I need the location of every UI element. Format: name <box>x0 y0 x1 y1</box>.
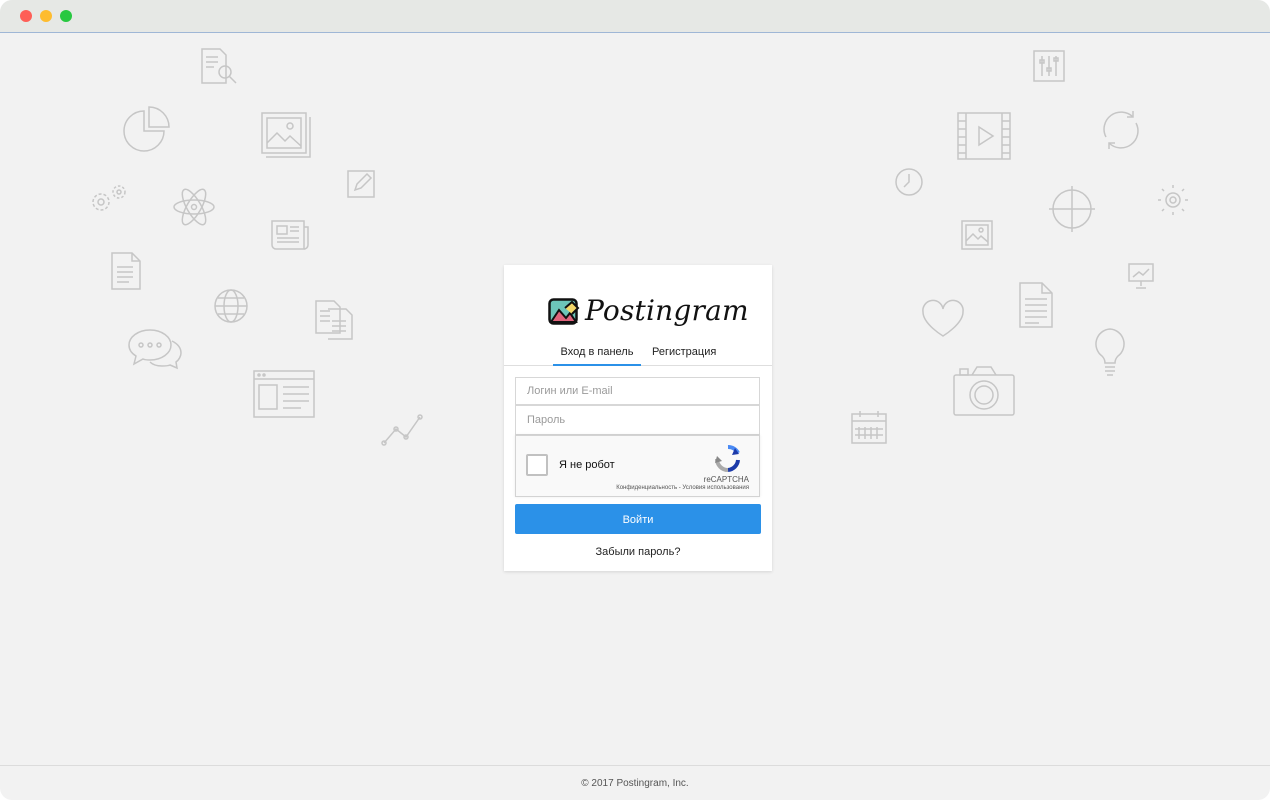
recaptcha-checkbox[interactable] <box>526 454 548 476</box>
document-search-icon <box>201 48 237 84</box>
document-icon <box>111 252 141 290</box>
forgot-password-link[interactable]: Забыли пароль? <box>504 546 772 558</box>
recaptcha-logo-icon <box>715 445 740 472</box>
pie-chart-icon <box>123 106 170 152</box>
recaptcha-widget: Я не робот reCAPTCHA Конфиденциальность … <box>515 435 760 497</box>
refresh-icon <box>1103 111 1139 149</box>
title-bar <box>0 0 1270 33</box>
globe-icon <box>214 289 248 323</box>
calendar-icon <box>851 411 887 444</box>
edit-icon <box>347 170 375 198</box>
heart-icon <box>922 299 964 337</box>
image-gallery-icon <box>261 112 311 158</box>
browser-window: Postingram Вход в панель Регистрация Я н… <box>0 0 1270 800</box>
line-graph-icon <box>381 414 423 446</box>
video-icon <box>957 112 1011 160</box>
password-input[interactable] <box>516 406 759 434</box>
crosshair-icon <box>1049 186 1095 232</box>
brand-name: Postingram <box>585 294 749 327</box>
recaptcha-links[interactable]: Конфиденциальность - Условия использован… <box>616 485 749 491</box>
chat-icon <box>128 329 182 370</box>
recaptcha-label: Я не робот <box>559 459 615 471</box>
login-input[interactable] <box>516 378 759 404</box>
sun-icon <box>1158 185 1188 215</box>
footer-copyright: © 2017 Postingram, Inc. <box>581 778 689 789</box>
login-field <box>515 377 760 405</box>
brand-logo[interactable]: Postingram <box>548 294 749 332</box>
tab-register[interactable]: Регистрация <box>652 346 716 364</box>
recaptcha-brand: reCAPTCHA <box>703 475 749 484</box>
atom-icon <box>173 188 215 226</box>
newspaper-icon <box>271 220 309 250</box>
lightbulb-icon <box>1095 328 1125 376</box>
auth-tabs: Вход в панель Регистрация <box>504 345 772 366</box>
browser-window-icon <box>253 370 315 418</box>
login-button[interactable]: Войти <box>515 504 761 534</box>
login-card: Postingram Вход в панель Регистрация Я н… <box>504 265 772 571</box>
documents-icon <box>315 300 353 340</box>
minimize-window-button[interactable] <box>40 10 52 22</box>
gears-icon <box>92 185 126 211</box>
camera-icon <box>953 366 1015 416</box>
presentation-icon <box>1128 263 1154 289</box>
password-field <box>515 405 760 435</box>
maximize-window-button[interactable] <box>60 10 72 22</box>
footer-divider <box>0 765 1270 766</box>
clock-icon <box>895 168 923 196</box>
close-window-button[interactable] <box>20 10 32 22</box>
text-document-icon <box>1019 282 1053 328</box>
image-logo-icon <box>548 298 580 325</box>
equalizer-icon <box>1033 50 1065 82</box>
picture-icon <box>961 220 993 250</box>
tab-login[interactable]: Вход в панель <box>553 346 641 366</box>
